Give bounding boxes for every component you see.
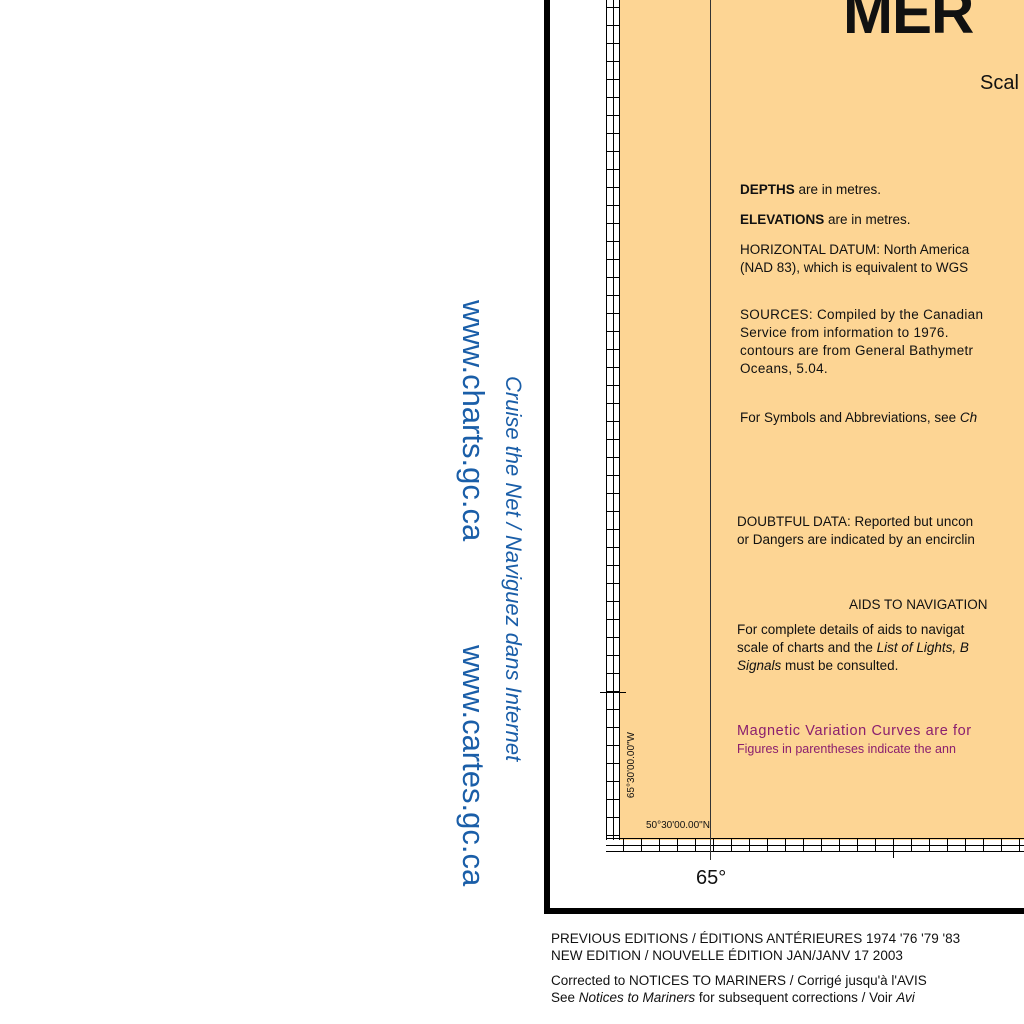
aids-line-3-text: must be consulted.: [781, 658, 899, 673]
see-notices-note: See Notices to Mariners for subsequent c…: [551, 990, 915, 1005]
symbols-note: For Symbols and Abbreviations, see Ch: [740, 409, 977, 427]
sources-line-4: Oceans, 5.04.: [740, 361, 828, 376]
depths-text: are in metres.: [794, 182, 882, 197]
depths-note: DEPTHS are in metres.: [740, 181, 881, 199]
aids-line-2: scale of charts and the List of Lights, …: [737, 639, 969, 657]
sources-line-3: contours are from General Bathymetr: [740, 343, 974, 358]
aids-line-1: For complete details of aids to navigat: [737, 622, 965, 637]
longitude-tick: [893, 848, 894, 858]
cruise-the-net-note: Cruise the Net / Naviguez dans Internet: [501, 376, 526, 762]
elevations-label: ELEVATIONS: [740, 212, 825, 227]
see-text-3: for subsequent corrections / Voir: [695, 990, 897, 1005]
aids-line-2-text: scale of charts and the: [737, 640, 877, 655]
aids-line-2-ref: List of Lights, B: [876, 640, 969, 655]
see-text-4: Avi: [896, 990, 915, 1005]
symbols-text: For Symbols and Abbreviations, see: [740, 410, 960, 425]
horizontal-datum-line-1: HORIZONTAL DATUM: North America: [740, 242, 970, 257]
aids-line-3: Signals must be consulted.: [737, 657, 969, 675]
corrected-note: Corrected to NOTICES TO MARINERS / Corri…: [551, 973, 927, 988]
latitude-label: 50°30'00.00"N: [646, 820, 710, 831]
sources-note: SOURCES: Compiled by the Canadian Servic…: [740, 306, 983, 378]
new-edition-note: NEW EDITION / NOUVELLE ÉDITION JAN/JANV …: [551, 948, 903, 963]
elevations-text: are in metres.: [824, 212, 911, 227]
see-text-2: Notices to Mariners: [578, 990, 696, 1005]
sources-line-2: Service from information to 1976.: [740, 325, 949, 340]
longitude-label: 65°30'00.00"W: [626, 732, 637, 799]
horizontal-datum-note: HORIZONTAL DATUM: North America (NAD 83)…: [740, 241, 969, 277]
magnetic-line-1: Magnetic Variation Curves are for: [737, 723, 972, 739]
doubtful-line-2: or Dangers are indicated by an encirclin: [737, 532, 975, 547]
bottom-graduated-border: [606, 838, 1024, 852]
left-graduated-border: [606, 0, 620, 840]
latitude-tick: [600, 692, 626, 693]
magnetic-line-2: Figures in parentheses indicate the ann: [737, 742, 956, 756]
aids-to-navigation-note: For complete details of aids to navigat …: [737, 621, 969, 675]
horizontal-datum-line-2: (NAD 83), which is equivalent to WGS: [740, 260, 969, 275]
doubtful-line-1: DOUBTFUL DATA: Reported but uncon: [737, 514, 974, 529]
see-text-1: See: [551, 990, 579, 1005]
charts-website-link[interactable]: www.charts.gc.ca: [455, 300, 491, 541]
sources-line-1: SOURCES: Compiled by the Canadian: [740, 307, 984, 322]
previous-editions-note: PREVIOUS EDITIONS / ÉDITIONS ANTÉRIEURES…: [551, 931, 961, 946]
elevations-note: ELEVATIONS are in metres.: [740, 211, 911, 229]
symbols-ref: Ch: [959, 410, 978, 425]
depths-label: DEPTHS: [740, 182, 795, 197]
meridian-line: [710, 0, 711, 860]
aids-line-3-ref: Signals: [737, 658, 782, 673]
cartes-website-link[interactable]: www.cartes.gc.ca: [455, 645, 491, 886]
doubtful-data-note: DOUBTFUL DATA: Reported but uncon or Dan…: [737, 513, 975, 549]
aids-to-navigation-heading: AIDS TO NAVIGATION: [849, 597, 988, 612]
magnetic-variation-note: Magnetic Variation Curves are for Figure…: [737, 722, 972, 758]
chart-scale: Scal: [980, 72, 1019, 94]
chart-title: MER: [843, 0, 974, 46]
degree-label: 65°: [696, 867, 727, 889]
